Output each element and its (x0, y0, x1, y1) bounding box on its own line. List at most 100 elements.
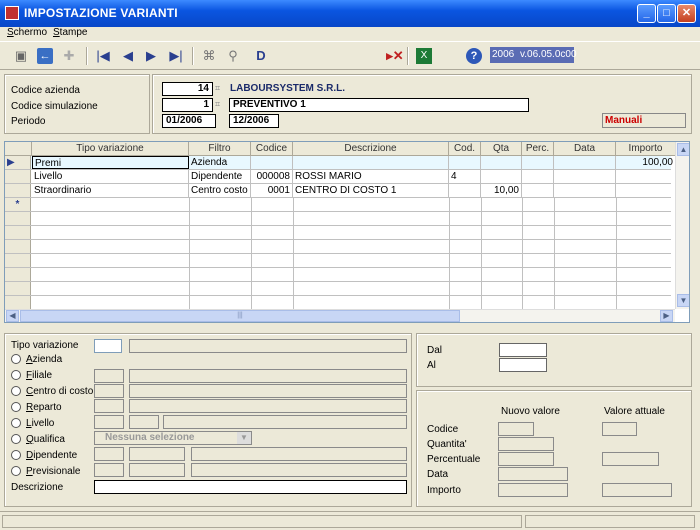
cell-perc[interactable] (522, 184, 554, 197)
scroll-left-icon[interactable]: ◀ (6, 310, 19, 322)
cell-codice[interactable]: 000008 (251, 170, 293, 183)
cell-filtro[interactable]: Dipendente (189, 170, 251, 183)
chevron-down-icon[interactable]: ▼ (237, 432, 251, 444)
option-dipendente-label[interactable]: Dipendente (26, 450, 77, 461)
option-qualifica-label[interactable]: Qualifica (26, 434, 65, 445)
delete-icon[interactable]: ▸✕ (386, 47, 404, 65)
cell-importo[interactable] (616, 170, 676, 183)
dal-date-input[interactable] (499, 343, 547, 357)
cell-cod[interactable]: 4 (449, 170, 481, 183)
cell-filtro[interactable]: Azienda (189, 156, 251, 169)
cell-filtro[interactable]: Centro costo (189, 184, 251, 197)
radio-filiale[interactable] (11, 370, 21, 380)
column-header-cod[interactable]: Cod. (449, 142, 481, 156)
option-previsionale-label[interactable]: Previsionale (26, 466, 80, 477)
column-header-data[interactable]: Data (554, 142, 616, 156)
azienda-code-field[interactable]: 14 (162, 82, 213, 96)
variations-grid[interactable]: Tipo variazione Filtro Codice Descrizion… (4, 141, 690, 323)
help-icon[interactable]: ? (466, 48, 482, 64)
vertical-scrollbar[interactable]: ▲ ▼ (675, 142, 689, 309)
cell-qta[interactable]: 10,00 (481, 184, 522, 197)
column-header-perc[interactable]: Perc. (522, 142, 554, 156)
cell-tipo-variazione[interactable]: Premi (32, 156, 189, 169)
cell-data[interactable] (554, 184, 616, 197)
lookup-icon[interactable]: ⌗ (215, 99, 220, 110)
option-azienda-label[interactable]: Azienda (26, 354, 62, 365)
scroll-down-icon[interactable]: ▼ (677, 294, 689, 307)
al-date-input[interactable] (499, 358, 547, 372)
cell-descrizione[interactable] (293, 156, 449, 169)
menu-stampe[interactable]: Stampe (53, 27, 87, 38)
mode-badge: Manuali (602, 113, 686, 128)
cell-importo[interactable] (616, 184, 676, 197)
scroll-up-icon[interactable]: ▲ (677, 143, 689, 156)
cell-descrizione[interactable]: ROSSI MARIO (293, 170, 449, 183)
puzzle-icon[interactable]: ✚ (60, 47, 78, 65)
descrizione-input[interactable] (94, 480, 407, 494)
cell-tipo-variazione[interactable]: Livello (32, 170, 189, 183)
document-icon[interactable]: D (252, 47, 270, 65)
last-record-icon[interactable]: ▶| (167, 47, 185, 65)
radio-qualifica[interactable] (11, 434, 21, 444)
search-icon[interactable]: ⚲ (224, 47, 242, 65)
cell-cod[interactable] (449, 184, 481, 197)
column-header-descrizione[interactable]: Descrizione (293, 142, 449, 156)
al-label: Al (427, 360, 436, 371)
qualifica-select[interactable]: Nessuna selezione (94, 431, 252, 445)
cell-data[interactable] (554, 170, 616, 183)
option-livello-label[interactable]: Livello (26, 418, 54, 429)
lookup-icon[interactable]: ⌗ (215, 83, 220, 94)
cell-importo[interactable]: 100,00 (616, 156, 676, 169)
reparto-desc-field (129, 399, 407, 413)
menu-schermo[interactable]: Schermo (7, 27, 47, 38)
binoculars-icon[interactable]: ⌘ (200, 47, 218, 65)
radio-previsionale[interactable] (11, 466, 21, 476)
tipo-variazione-desc-field (129, 339, 407, 353)
column-header-codice[interactable]: Codice (251, 142, 293, 156)
periodo-al-field[interactable]: 12/2006 (229, 114, 279, 128)
save-icon[interactable]: ▣ (12, 47, 30, 65)
close-button[interactable]: ✕ (677, 4, 696, 23)
scroll-thumb[interactable]: ||| (20, 310, 460, 322)
first-record-icon[interactable]: |◀ (94, 47, 112, 65)
scroll-right-icon[interactable]: ▶ (660, 310, 673, 322)
minimize-button[interactable]: _ (637, 4, 656, 23)
radio-dipendente[interactable] (11, 450, 21, 460)
column-header-importo[interactable]: Importo (616, 142, 676, 156)
cell-qta[interactable] (481, 156, 522, 169)
back-icon[interactable]: ← (37, 48, 53, 64)
cell-perc[interactable] (522, 170, 554, 183)
simulazione-name-field[interactable]: PREVENTIVO 1 (229, 98, 529, 112)
maximize-button[interactable]: □ (657, 4, 676, 23)
option-filiale-label[interactable]: Filiale (26, 370, 52, 381)
horizontal-scrollbar[interactable]: ◀ ||| ▶ (5, 309, 675, 322)
table-row[interactable]: Livello Dipendente 000008 ROSSI MARIO 4 (5, 170, 676, 184)
cell-codice[interactable]: 0001 (251, 184, 293, 197)
option-reparto-label[interactable]: Reparto (26, 402, 62, 413)
excel-icon[interactable]: X (416, 48, 432, 64)
cell-perc[interactable] (522, 156, 554, 169)
cell-tipo-variazione[interactable]: Straordinario (32, 184, 189, 197)
row-header (5, 296, 31, 309)
cell-codice[interactable] (251, 156, 293, 169)
tipo-variazione-code-input[interactable] (94, 339, 122, 353)
column-header-qta[interactable]: Qta (481, 142, 522, 156)
radio-azienda[interactable] (11, 354, 21, 364)
cell-qta[interactable] (481, 170, 522, 183)
table-row[interactable]: ▶ Premi Azienda 100,00 (5, 156, 676, 170)
column-header-filtro[interactable]: Filtro (189, 142, 251, 156)
cell-descrizione[interactable]: CENTRO DI COSTO 1 (293, 184, 449, 197)
cell-data[interactable] (554, 156, 616, 169)
radio-reparto[interactable] (11, 402, 21, 412)
option-centro-di-costo-label[interactable]: Centro di costo (26, 386, 93, 397)
new-row[interactable]: * (5, 198, 671, 212)
cell-cod[interactable] (449, 156, 481, 169)
periodo-dal-field[interactable]: 01/2006 (162, 114, 216, 128)
column-header-tipo-variazione[interactable]: Tipo variazione (32, 142, 189, 156)
simulazione-code-field[interactable]: 1 (162, 98, 213, 112)
previous-record-icon[interactable]: ◀ (119, 47, 137, 65)
radio-livello[interactable] (11, 418, 21, 428)
table-row[interactable]: Straordinario Centro costo 0001 CENTRO D… (5, 184, 676, 198)
next-record-icon[interactable]: ▶ (142, 47, 160, 65)
radio-centro-di-costo[interactable] (11, 386, 21, 396)
